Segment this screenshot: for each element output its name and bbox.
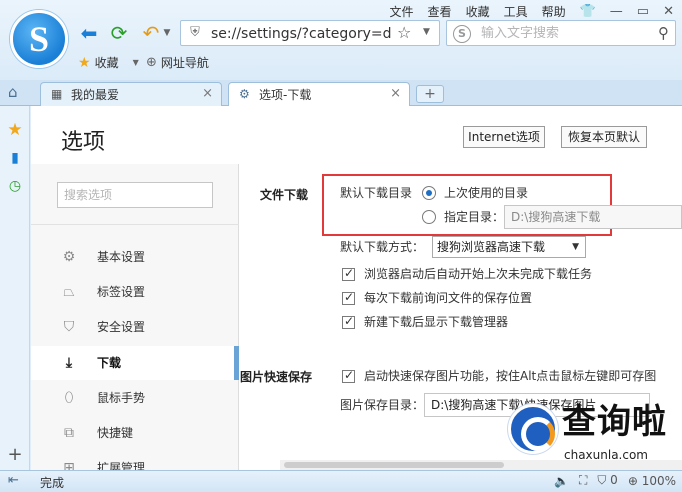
specify-dir-input[interactable]: D:\搜狗高速下载 bbox=[504, 205, 682, 229]
undo-dropdown-icon[interactable]: ▼ bbox=[162, 21, 172, 45]
sidebar-item-download[interactable]: ⤓ 下载 bbox=[31, 346, 239, 380]
status-bar: ⇤ 完成 🔈 ⛶ ⛉ 0 ⊕ 100% bbox=[0, 470, 682, 492]
specify-dir-label[interactable]: 指定目录： bbox=[444, 208, 504, 226]
status-text: 完成 bbox=[40, 476, 65, 490]
show-manager-label[interactable]: 新建下载后显示下载管理器 bbox=[364, 313, 508, 331]
internet-options-button[interactable]: Internet选项 bbox=[463, 126, 545, 148]
method-label: 默认下载方式： bbox=[340, 240, 425, 254]
ask-location-label[interactable]: 每次下载前询问文件的保存位置 bbox=[364, 289, 532, 307]
sidebar-divider bbox=[31, 224, 239, 225]
grid-icon: ▦ bbox=[51, 87, 63, 101]
restore-defaults-button[interactable]: 恢复本页默认 bbox=[561, 126, 647, 148]
favorites-panel-icon[interactable]: ★ bbox=[6, 120, 24, 140]
address-dropdown-icon[interactable]: ▼ bbox=[423, 27, 430, 37]
tab-bar: ⌂ ▦ 我的最爱 × ⚙ 选项-下载 × + bbox=[0, 80, 682, 107]
search-engine-icon[interactable]: S bbox=[453, 25, 471, 43]
favorites-dropdown-icon[interactable]: ▼ bbox=[133, 58, 139, 67]
scrollbar-thumb[interactable] bbox=[284, 462, 504, 468]
checkbox-quick-save[interactable] bbox=[342, 368, 355, 383]
add-panel-icon[interactable]: + bbox=[6, 444, 24, 465]
radio-specify-dir[interactable] bbox=[422, 210, 436, 224]
menu-file[interactable]: 文件 bbox=[390, 3, 414, 20]
volume-icon[interactable]: 🔈 bbox=[554, 474, 569, 488]
sidebar-item-shortcuts[interactable]: ⧉ 快捷键 bbox=[31, 416, 239, 450]
watermark: 查询啦 chaxunla.com bbox=[500, 398, 682, 470]
status-tools: 🔈 ⛶ ⛉ 0 ⊕ 100% bbox=[554, 473, 676, 488]
image-dir-label: 图片保存目录： bbox=[340, 398, 425, 412]
default-dir-label: 默认下载目录 bbox=[340, 186, 413, 200]
search-options-box[interactable] bbox=[57, 182, 213, 208]
search-box[interactable]: S 输入文字搜索 ⚲ bbox=[446, 20, 676, 46]
tab-icon: ⏢ bbox=[63, 284, 75, 300]
sidebar-item-extensions[interactable]: ⊞ 扩展管理 bbox=[31, 451, 239, 470]
sidebar-toggle-icon[interactable]: ⇤ bbox=[8, 473, 19, 488]
download-icon: ⤓ bbox=[65, 355, 73, 371]
zoom-icon[interactable]: ⊕ 100% bbox=[628, 474, 676, 488]
options-sidebar: ⚙ 基本设置 ⏢ 标签设置 ⛉ 安全设置 ⤓ 下载 ⬯ 鼠标手势 ⧉ 快捷键 ⊞… bbox=[31, 164, 239, 470]
tab-close-icon[interactable]: × bbox=[202, 86, 213, 101]
menu-favorites[interactable]: 收藏 bbox=[466, 3, 490, 20]
radio-last-used[interactable] bbox=[422, 186, 436, 200]
sidebar-item-security[interactable]: ⛉ 安全设置 bbox=[31, 310, 239, 344]
sidebar-item-basic[interactable]: ⚙ 基本设置 bbox=[31, 240, 239, 274]
undo-icon[interactable]: ↶ bbox=[140, 21, 162, 45]
site-navigation-button[interactable]: ⊕ 网址导航 bbox=[146, 54, 209, 71]
watermark-logo-icon bbox=[508, 404, 558, 454]
shield-icon: ⛉ bbox=[63, 319, 75, 335]
tab-close-icon[interactable]: × bbox=[390, 86, 401, 101]
search-placeholder[interactable]: 输入文字搜索 bbox=[481, 25, 559, 43]
download-method-select[interactable]: 搜狗浏览器高速下载 ▼ bbox=[432, 236, 586, 258]
screenshot-icon[interactable]: ⛶ bbox=[579, 473, 587, 488]
quick-save-label[interactable]: 启动快速保存图片功能，按住Alt点击鼠标左键即可存图 bbox=[364, 367, 656, 385]
checkbox-ask-location[interactable] bbox=[342, 290, 355, 305]
resume-downloads-label[interactable]: 浏览器启动后自动开始上次未完成下载任务 bbox=[364, 265, 592, 283]
section-file-download: 文件下载 bbox=[260, 188, 309, 202]
search-options-input[interactable] bbox=[58, 183, 212, 207]
gear-icon: ⚙ bbox=[62, 249, 76, 265]
left-side-bar: ★ ▮ ◷ + bbox=[0, 106, 30, 470]
history-icon[interactable]: ◷ bbox=[6, 178, 24, 194]
active-indicator bbox=[234, 346, 239, 380]
reader-icon[interactable]: ▮ bbox=[6, 150, 24, 166]
back-icon[interactable]: ⬅ bbox=[78, 21, 100, 45]
tab-options-download[interactable]: ⚙ 选项-下载 × bbox=[228, 82, 410, 107]
new-tab-button[interactable]: + bbox=[416, 85, 444, 103]
refresh-icon[interactable]: ⟳ bbox=[108, 21, 130, 45]
checkbox-resume-downloads[interactable] bbox=[342, 266, 355, 281]
tab-favorites[interactable]: ▦ 我的最爱 × bbox=[40, 82, 222, 106]
last-used-label[interactable]: 上次使用的目录 bbox=[444, 184, 528, 202]
security-shield-icon: ⛨ bbox=[190, 25, 200, 40]
favorites-button[interactable]: ★ 收藏 ▼ bbox=[78, 54, 139, 71]
sidebar-item-tabs[interactable]: ⏢ 标签设置 bbox=[31, 275, 239, 309]
home-icon[interactable]: ⌂ bbox=[8, 83, 18, 101]
browser-chrome: S 文件 查看 收藏 工具 帮助 👕 — ▭ ✕ ⬅ ⟳ ↶ ▼ ⛨ se://… bbox=[0, 0, 682, 107]
globe-icon: ⊕ bbox=[146, 55, 157, 70]
skin-icon[interactable]: 👕 bbox=[580, 4, 596, 19]
favorites-star-icon: ★ bbox=[78, 54, 91, 71]
bookmark-star-icon[interactable]: ☆ bbox=[397, 23, 411, 42]
close-window-icon[interactable]: ✕ bbox=[663, 4, 674, 19]
menu-help[interactable]: 帮助 bbox=[542, 3, 566, 20]
mouse-icon: ⬯ bbox=[64, 390, 74, 406]
chevron-down-icon: ▼ bbox=[572, 242, 579, 252]
page-title: 选项 bbox=[61, 130, 106, 155]
section-image-save: 图片快速保存 bbox=[240, 370, 313, 384]
minimize-icon[interactable]: — bbox=[610, 4, 623, 19]
checkbox-show-manager[interactable] bbox=[342, 314, 355, 329]
address-url[interactable]: se://settings/?category=dov bbox=[211, 25, 391, 43]
address-bar[interactable]: ⛨ se://settings/?category=dov ☆ ▼ bbox=[180, 20, 440, 46]
maximize-icon[interactable]: ▭ bbox=[637, 4, 649, 19]
sidebar-item-mouse-gesture[interactable]: ⬯ 鼠标手势 bbox=[31, 381, 239, 415]
shortcut-icon: ⧉ bbox=[64, 425, 74, 441]
shield-status-icon[interactable]: ⛉ 0 bbox=[597, 473, 617, 488]
menu-tools[interactable]: 工具 bbox=[504, 3, 528, 20]
menu-bar: 文件 查看 收藏 工具 帮助 👕 — ▭ ✕ bbox=[390, 2, 674, 20]
extension-icon: ⊞ bbox=[63, 460, 75, 470]
search-icon[interactable]: ⚲ bbox=[658, 24, 669, 42]
sogou-logo[interactable]: S bbox=[10, 10, 68, 68]
menu-view[interactable]: 查看 bbox=[428, 3, 452, 20]
gear-icon: ⚙ bbox=[239, 87, 250, 101]
